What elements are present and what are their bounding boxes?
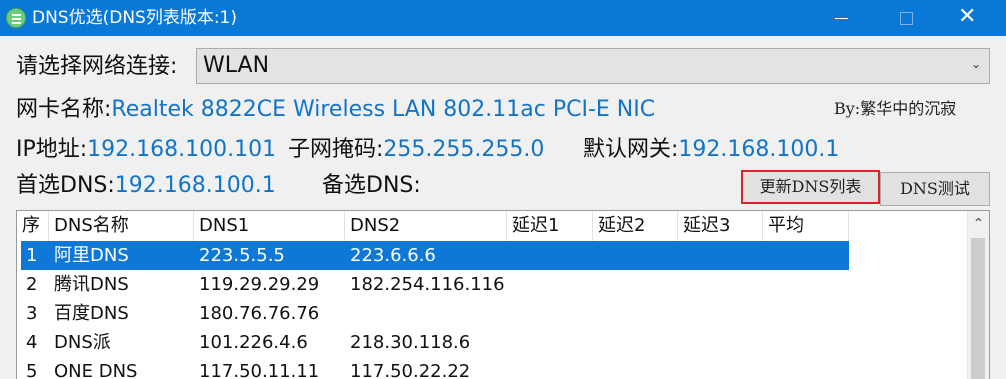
column-header-dns2[interactable]: DNS2: [345, 211, 507, 241]
maximize-icon: [900, 12, 913, 25]
table-row[interactable]: 4 DNS派 101.226.4.6 218.30.118.6: [17, 328, 967, 357]
row-no: 5: [26, 361, 38, 379]
row-dns1: 119.29.29.29: [199, 274, 320, 295]
row-dns-name: ONE DNS: [54, 361, 138, 379]
dns-list[interactable]: 序 DNS名称 DNS1 DNS2 延迟1 延迟2 延迟3 平均 1 阿里DNS…: [16, 210, 990, 379]
gateway-label: 默认网关:: [583, 137, 679, 162]
nic-label: 网卡名称:: [16, 97, 112, 122]
row-dns1: 101.226.4.6: [199, 332, 308, 353]
column-header-dns1[interactable]: DNS1: [194, 211, 345, 241]
row-dns2: 223.6.6.6: [350, 245, 436, 266]
nic-row: 网卡名称:Realtek 8822CE Wireless LAN 802.11a…: [16, 96, 655, 124]
row-no: 1: [26, 245, 38, 266]
ip-label: IP地址:: [16, 137, 88, 162]
column-header-average[interactable]: 平均: [763, 211, 849, 241]
table-row[interactable]: 1 阿里DNS 223.5.5.5 223.6.6.6: [17, 241, 967, 270]
window-title: DNS优选(DNS列表版本:1): [32, 8, 238, 28]
row-dns1: 180.76.76.76: [199, 303, 320, 324]
secondary-dns-row: 备选DNS:: [322, 172, 421, 200]
primary-dns-value: 192.168.100.1: [114, 173, 276, 198]
row-dns2: [345, 299, 350, 328]
vertical-scrollbar[interactable]: ⌃: [967, 211, 989, 379]
row-dns1: 117.50.11.11: [199, 361, 320, 379]
column-header-latency2[interactable]: 延迟2: [593, 211, 678, 241]
row-dns1: 223.5.5.5: [199, 245, 285, 266]
title-bar: DNS优选(DNS列表版本:1) ✕: [0, 0, 1006, 36]
column-header-no[interactable]: 序: [17, 211, 49, 241]
maximize-button[interactable]: [882, 0, 928, 36]
row-dns-name: 百度DNS: [54, 303, 129, 324]
table-row[interactable]: 2 腾讯DNS 119.29.29.29 182.254.116.116: [17, 270, 967, 299]
minimize-button[interactable]: [818, 0, 864, 36]
row-dns-name: DNS派: [54, 332, 111, 353]
column-header-latency3[interactable]: 延迟3: [678, 211, 763, 241]
close-icon: ✕: [958, 4, 977, 29]
table-row[interactable]: 3 百度DNS 180.76.76.76: [17, 299, 967, 328]
primary-dns-label: 首选DNS:: [16, 173, 115, 198]
gateway-value: 192.168.100.1: [678, 137, 840, 162]
row-dns2: 182.254.116.116: [350, 274, 505, 295]
minimize-icon: [835, 18, 848, 19]
row-dns2: 218.30.118.6: [350, 332, 471, 353]
connection-select[interactable]: WLAN ⌄: [196, 48, 990, 84]
connection-label: 请选择网络连接:: [16, 54, 178, 79]
row-no: 2: [26, 274, 38, 295]
chevron-down-icon: ⌄: [970, 57, 981, 71]
table-row[interactable]: 5 ONE DNS 117.50.11.11 117.50.22.22: [17, 357, 967, 379]
ip-value: 192.168.100.101: [87, 137, 277, 162]
close-button[interactable]: ✕: [948, 0, 994, 36]
row-dns-name: 腾讯DNS: [54, 274, 129, 295]
app-icon: [6, 8, 26, 28]
row-no: 3: [26, 303, 38, 324]
row-no: 4: [26, 332, 38, 353]
mask-label: 子网掩码:: [288, 137, 384, 162]
dns-test-button[interactable]: DNS测试: [880, 172, 990, 206]
connection-select-value: WLAN: [203, 53, 270, 78]
column-header-name[interactable]: DNS名称: [49, 211, 194, 241]
dns-list-header: 序 DNS名称 DNS1 DNS2 延迟1 延迟2 延迟3 平均: [17, 211, 967, 241]
ip-row: IP地址:192.168.100.101: [16, 136, 276, 164]
row-dns-name: 阿里DNS: [54, 245, 129, 266]
primary-dns-row: 首选DNS:192.168.100.1: [16, 172, 276, 200]
mask-value: 255.255.255.0: [383, 137, 545, 162]
column-header-latency1[interactable]: 延迟1: [507, 211, 593, 241]
refresh-dns-list-button[interactable]: 更新DNS列表: [741, 170, 880, 204]
row-dns2: 117.50.22.22: [350, 361, 471, 379]
author-credit: By:繁华中的沉寂: [834, 99, 957, 118]
mask-row: 子网掩码:255.255.255.0: [288, 136, 544, 164]
scroll-thumb[interactable]: [971, 238, 985, 379]
nic-value: Realtek 8822CE Wireless LAN 802.11ac PCI…: [111, 97, 656, 122]
scroll-up-arrow-icon[interactable]: ⌃: [968, 211, 989, 237]
secondary-dns-label: 备选DNS:: [322, 173, 421, 198]
gateway-row: 默认网关:192.168.100.1: [583, 136, 839, 164]
